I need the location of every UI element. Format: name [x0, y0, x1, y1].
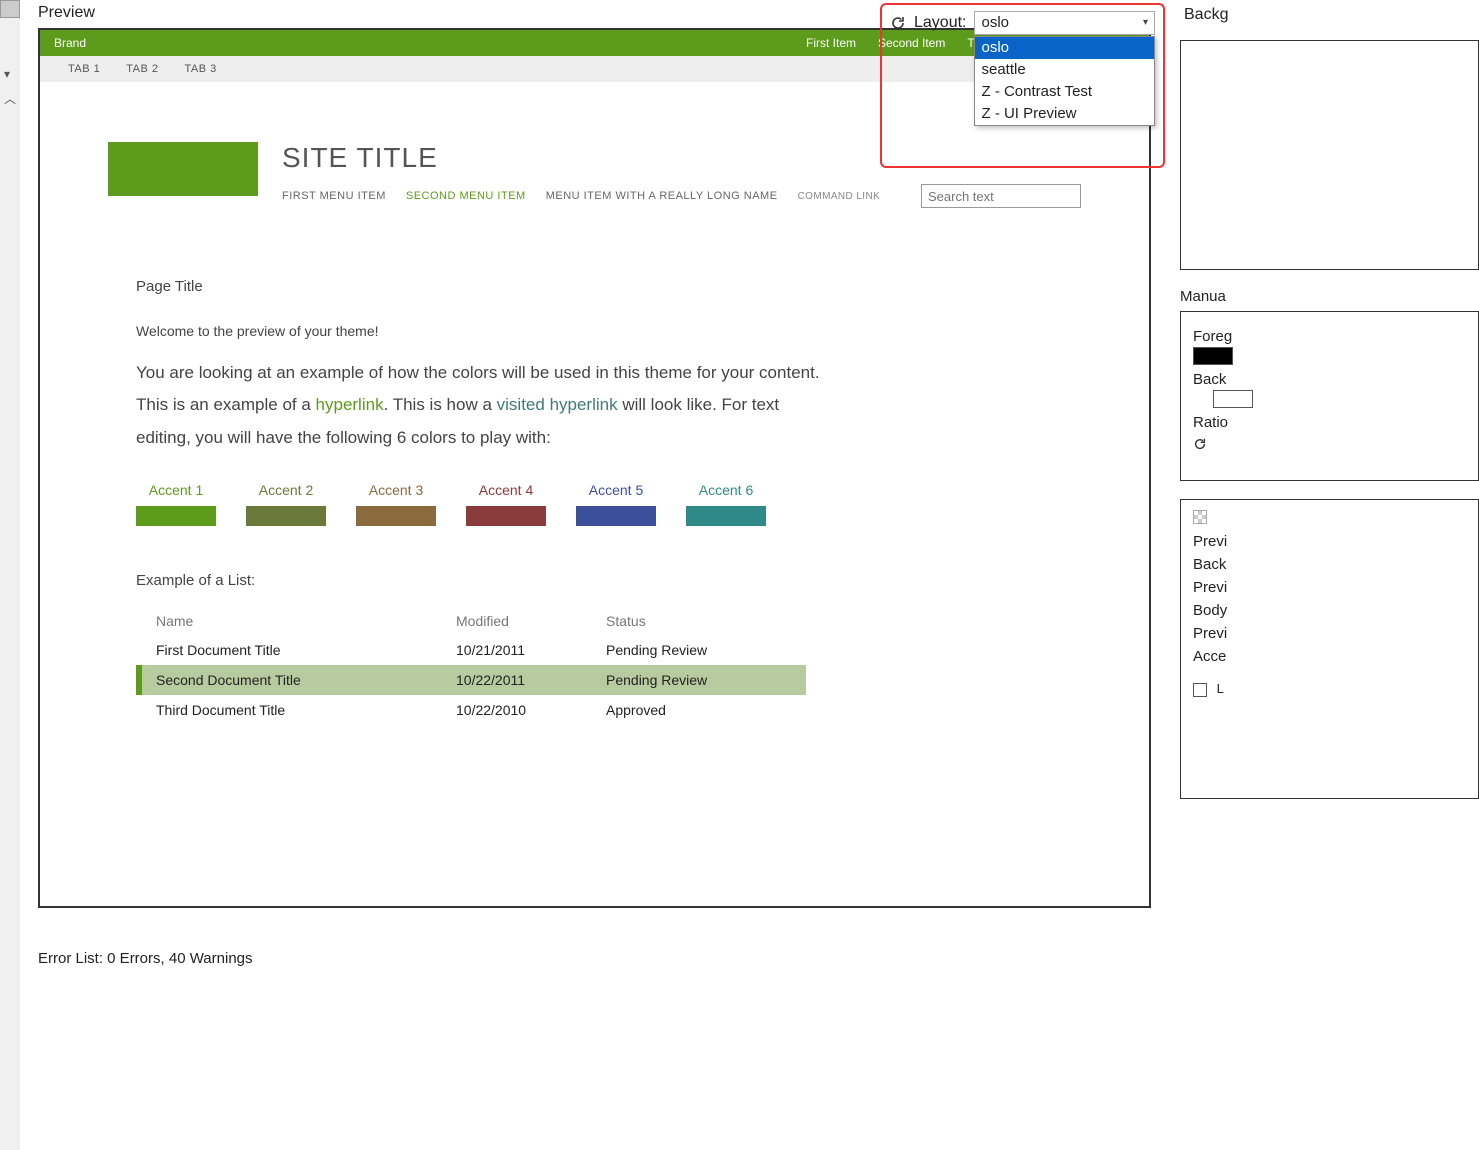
menu-item[interactable]: FIRST MENU ITEM — [282, 190, 386, 202]
cell-name: Second Document Title — [156, 672, 456, 688]
error-list-status[interactable]: Error List: 0 Errors, 40 Warnings — [38, 950, 253, 967]
caret-down-icon: ▾ — [1143, 12, 1148, 34]
refresh-icon[interactable] — [890, 15, 906, 31]
layout-select[interactable]: oslo ▾ osloseattleZ - Contrast TestZ - U… — [974, 11, 1155, 35]
accent-item: Accent 1 — [136, 482, 216, 526]
table-row[interactable]: First Document Title10/21/2011Pending Re… — [136, 635, 806, 665]
brand-label[interactable]: Brand — [54, 36, 86, 50]
background-label: Back — [1193, 371, 1466, 388]
layout-selected-value: oslo — [981, 12, 1009, 34]
body-paragraph: You are looking at an example of how the… — [136, 357, 836, 454]
accent-swatch — [246, 506, 326, 526]
site-logo — [108, 142, 258, 196]
accent-label: Accent 4 — [466, 482, 546, 498]
menu-item[interactable]: MENU ITEM WITH A REALLY LONG NAME — [546, 190, 778, 202]
site-menu: FIRST MENU ITEM SECOND MENU ITEM MENU IT… — [282, 184, 1081, 208]
table-row[interactable]: Second Document Title10/22/2011Pending R… — [136, 665, 806, 695]
accent-item: Accent 4 — [466, 482, 546, 526]
list-heading: Example of a List: — [136, 572, 836, 589]
layout-label: Layout: — [914, 14, 966, 32]
background-label-fragment: Backg — [1184, 6, 1228, 24]
panel-label: Back — [1193, 556, 1466, 573]
cell-modified: 10/22/2011 — [456, 672, 606, 688]
cell-modified: 10/22/2010 — [456, 702, 606, 718]
preview-heading: Preview — [38, 4, 95, 22]
left-scrollbar[interactable]: ▾ ︿ — [0, 0, 20, 1150]
accent-label: Accent 1 — [136, 482, 216, 498]
accent-swatch — [576, 506, 656, 526]
manual-label: Manua — [1180, 288, 1479, 305]
checkbox-label: L — [1217, 681, 1224, 696]
cell-status: Pending Review — [606, 672, 806, 688]
layout-option[interactable]: Z - Contrast Test — [975, 81, 1154, 103]
accent-item: Accent 2 — [246, 482, 326, 526]
scroll-handle[interactable] — [0, 0, 20, 18]
tab-item[interactable]: TAB 1 — [68, 63, 100, 75]
hyperlink-sample[interactable]: hyperlink — [316, 395, 384, 414]
menu-item-active[interactable]: SECOND MENU ITEM — [406, 190, 526, 202]
cell-name: First Document Title — [156, 642, 456, 658]
layout-option[interactable]: seattle — [975, 59, 1154, 81]
accent-swatches: Accent 1 Accent 2 Accent 3 Accent 4 Accent 5… — [136, 482, 836, 526]
panel-label: Previ — [1193, 579, 1466, 596]
background-panel — [1180, 40, 1479, 270]
layout-option[interactable]: oslo — [975, 37, 1154, 59]
ratio-label: Ratio — [1193, 414, 1466, 431]
foreground-swatch[interactable] — [1193, 347, 1233, 365]
panel-label: Acce — [1193, 648, 1466, 665]
foreground-label: Foreg — [1193, 328, 1466, 345]
col-header-modified: Modified — [456, 613, 606, 629]
panel-label: Previ — [1193, 625, 1466, 642]
layout-option[interactable]: Z - UI Preview — [975, 103, 1154, 125]
tab-item[interactable]: TAB 3 — [185, 63, 217, 75]
background-swatch[interactable] — [1213, 390, 1253, 408]
page-title: Page Title — [136, 278, 836, 295]
accent-label: Accent 6 — [686, 482, 766, 498]
accent-swatch — [136, 506, 216, 526]
panel-label: Previ — [1193, 533, 1466, 550]
table-row[interactable]: Third Document Title10/22/2010Approved — [136, 695, 806, 725]
layout-dropdown[interactable]: osloseattleZ - Contrast TestZ - UI Previ… — [974, 36, 1155, 126]
topnav-item[interactable]: First Item — [806, 36, 856, 50]
para-text: . This is how a — [384, 395, 497, 414]
example-list: Name Modified Status First Document Titl… — [136, 607, 806, 725]
chevron-down-icon[interactable]: ▾ — [4, 67, 10, 81]
accent-label: Accent 2 — [246, 482, 326, 498]
command-link[interactable]: COMMAND LINK — [798, 191, 881, 202]
accent-label: Accent 3 — [356, 482, 436, 498]
col-header-status: Status — [606, 613, 806, 629]
accent-item: Accent 6 — [686, 482, 766, 526]
accent-item: Accent 3 — [356, 482, 436, 526]
accent-swatch — [356, 506, 436, 526]
col-header-name: Name — [156, 613, 456, 629]
accent-swatch — [466, 506, 546, 526]
tab-item[interactable]: TAB 2 — [126, 63, 158, 75]
contrast-panel: Foreg Back Ratio — [1180, 311, 1479, 481]
layout-selector-highlight: Layout: oslo ▾ osloseattleZ - Contrast T… — [880, 3, 1165, 168]
cell-status: Approved — [606, 702, 806, 718]
accent-swatch — [686, 506, 766, 526]
cell-status: Pending Review — [606, 642, 806, 658]
preview-colors-panel: Previ Back Previ Body Previ Acce L — [1180, 499, 1479, 799]
refresh-icon[interactable] — [1193, 437, 1207, 451]
checkbox[interactable] — [1193, 683, 1207, 697]
table-header-row: Name Modified Status — [136, 607, 806, 635]
accent-item: Accent 5 — [576, 482, 656, 526]
visited-hyperlink-sample[interactable]: visited hyperlink — [497, 395, 618, 414]
chevron-up-icon[interactable]: ︿ — [4, 90, 16, 107]
accent-label: Accent 5 — [576, 482, 656, 498]
cell-name: Third Document Title — [156, 702, 456, 718]
cell-modified: 10/21/2011 — [456, 642, 606, 658]
search-input[interactable] — [921, 184, 1081, 208]
panel-label: Body — [1193, 602, 1466, 619]
welcome-text: Welcome to the preview of your theme! — [136, 323, 836, 339]
transparency-swatch[interactable] — [1193, 510, 1207, 524]
